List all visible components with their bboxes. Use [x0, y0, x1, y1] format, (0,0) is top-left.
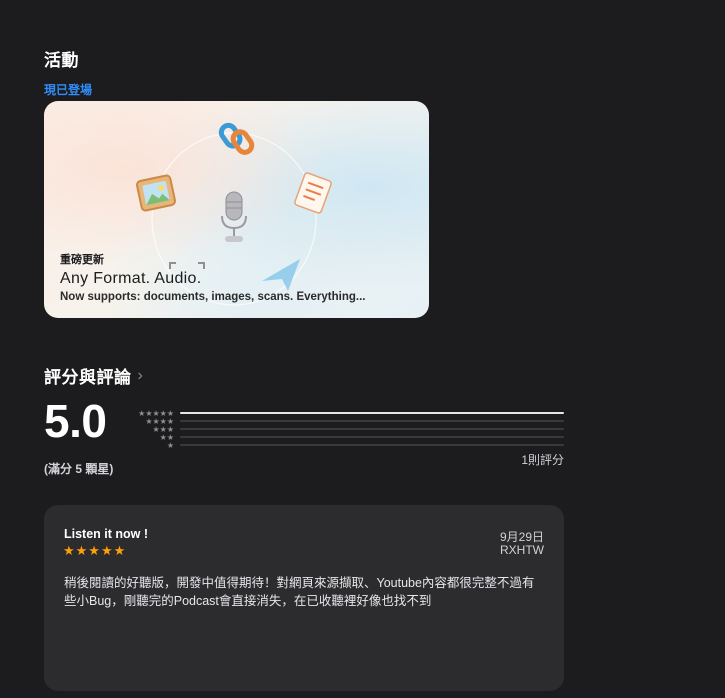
rating-row-stars: ★: [167, 441, 174, 450]
event-status-label: 現已登場: [44, 83, 93, 97]
rating-row-5: ★★★★★: [138, 409, 564, 418]
rating-distribution: ★★★★★★★★★★★★★★★: [138, 409, 564, 450]
ratings-section-header[interactable]: 評分與評論 ›: [44, 363, 143, 388]
event-card-title: Any Format. Audio.: [60, 270, 202, 287]
average-rating: 5.0: [44, 395, 107, 447]
review-card[interactable]: Listen it now ! ★★★★★ 9月29日 RXHTW 稍後閱讀的好…: [44, 505, 564, 691]
rating-bar-track: [180, 428, 564, 430]
image-icon: [135, 174, 177, 212]
review-author: RXHTW: [500, 543, 544, 557]
rating-bar-track: [180, 444, 564, 446]
rating-row-4: ★★★★: [145, 417, 564, 426]
event-card-tag: 重磅更新: [60, 254, 104, 266]
link-icon: [218, 122, 255, 155]
send-icon: [262, 259, 300, 291]
rating-count: 1則評分: [521, 453, 564, 467]
event-card-subtitle: Now supports: documents, images, scans. …: [60, 291, 366, 303]
ratings-section-title: 評分與評論: [44, 368, 132, 387]
events-section-title: 活動: [44, 51, 79, 70]
scan-icon: [169, 262, 205, 269]
review-body: 稍後閱讀的好聽版，開發中值得期待！對網頁來源擷取、Youtube內容都很完整不過…: [64, 576, 535, 608]
rating-scale-label: (滿分 5 顆星): [44, 462, 114, 476]
microphone-icon: [221, 191, 247, 242]
document-icon: [294, 172, 332, 214]
review-stars: ★★★★★: [63, 543, 127, 558]
rating-bar-track: [180, 436, 564, 438]
event-card[interactable]: 重磅更新 Any Format. Audio. Now supports: do…: [44, 101, 429, 318]
rating-row-3: ★★★: [152, 425, 564, 434]
chevron-right-icon: ›: [137, 366, 144, 384]
rating-row-2: ★★: [160, 433, 564, 442]
rating-bar-fill: [180, 412, 564, 414]
review-title: Listen it now !: [64, 527, 149, 541]
rating-row-1: ★: [167, 441, 564, 450]
rating-bar-track: [180, 420, 564, 422]
